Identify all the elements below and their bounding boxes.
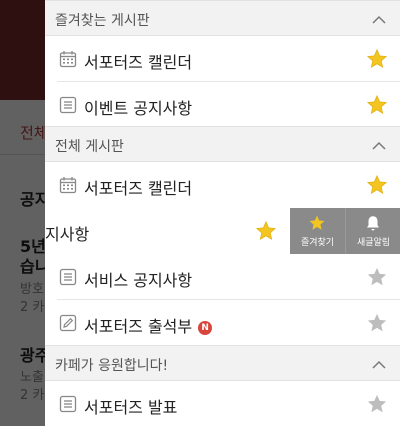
star-filled-icon [309,215,325,230]
board-row[interactable]: 서포터즈 캘린더 [45,162,400,208]
chevron-up-icon[interactable] [372,139,386,153]
section-title: 카페가 응원합니다! [55,358,169,374]
notify-action-label: 새글알림 [356,238,391,248]
section-header-cafe-support[interactable]: 카페가 응원합니다! [45,345,400,381]
favorite-action-button[interactable]: 즐겨찾기 [290,208,345,254]
board-label: 이벤트 공지사항 [84,99,193,118]
list-icon [59,96,77,114]
bell-icon [367,216,379,231]
board-row[interactable]: 서비스 공지사항 [45,254,400,300]
section-title: 즐겨찾는 게시판 [55,13,150,29]
star-filled-icon[interactable] [366,94,388,116]
star-filled-icon[interactable] [255,220,277,242]
board-label: 서비스 공지사항 [84,271,193,290]
board-label: 서포터즈 발표 [84,398,178,417]
star-filled-icon[interactable] [366,174,388,196]
board-row[interactable]: 서포터즈 출석부 N [45,300,400,346]
new-badge: N [198,321,213,335]
board-row[interactable]: 서포터즈 발표 [45,381,400,426]
section-title: 전체 게시판 [55,139,124,155]
star-filled-icon[interactable] [366,48,388,70]
star-outline-icon[interactable] [366,266,388,288]
board-row[interactable]: 이벤트 공지사항 [45,82,400,128]
list-icon [59,268,77,286]
star-outline-icon[interactable] [366,393,388,415]
board-row-swiped[interactable]: 지사항 즐겨찾기 새글알림 [45,208,400,254]
board-label: 지사항 [45,225,90,244]
chevron-up-icon[interactable] [372,358,386,372]
board-label: 서포터즈 캘린더 [84,53,193,72]
pencil-icon [59,314,77,332]
notify-action-button[interactable]: 새글알림 [345,208,400,254]
calendar-icon [59,177,77,194]
board-label: 서포터즈 출석부 N [84,313,213,337]
section-header-favorites[interactable]: 즐겨찾는 게시판 [45,0,400,36]
board-drawer: 즐겨찾는 게시판 서포터즈 캘린더 이벤트 공지사항 전체 게시판 서포터즈 캘… [45,0,400,426]
star-outline-icon[interactable] [366,312,388,334]
chevron-up-icon[interactable] [372,13,386,27]
board-label-text: 서포터즈 출석부 [84,317,193,336]
section-header-all-boards[interactable]: 전체 게시판 [45,126,400,162]
board-label: 서포터즈 캘린더 [84,179,193,198]
board-row[interactable]: 서포터즈 캘린더 [45,36,400,82]
favorite-action-label: 즐겨찾기 [300,238,335,248]
calendar-icon [59,51,77,68]
list-icon [59,395,77,413]
